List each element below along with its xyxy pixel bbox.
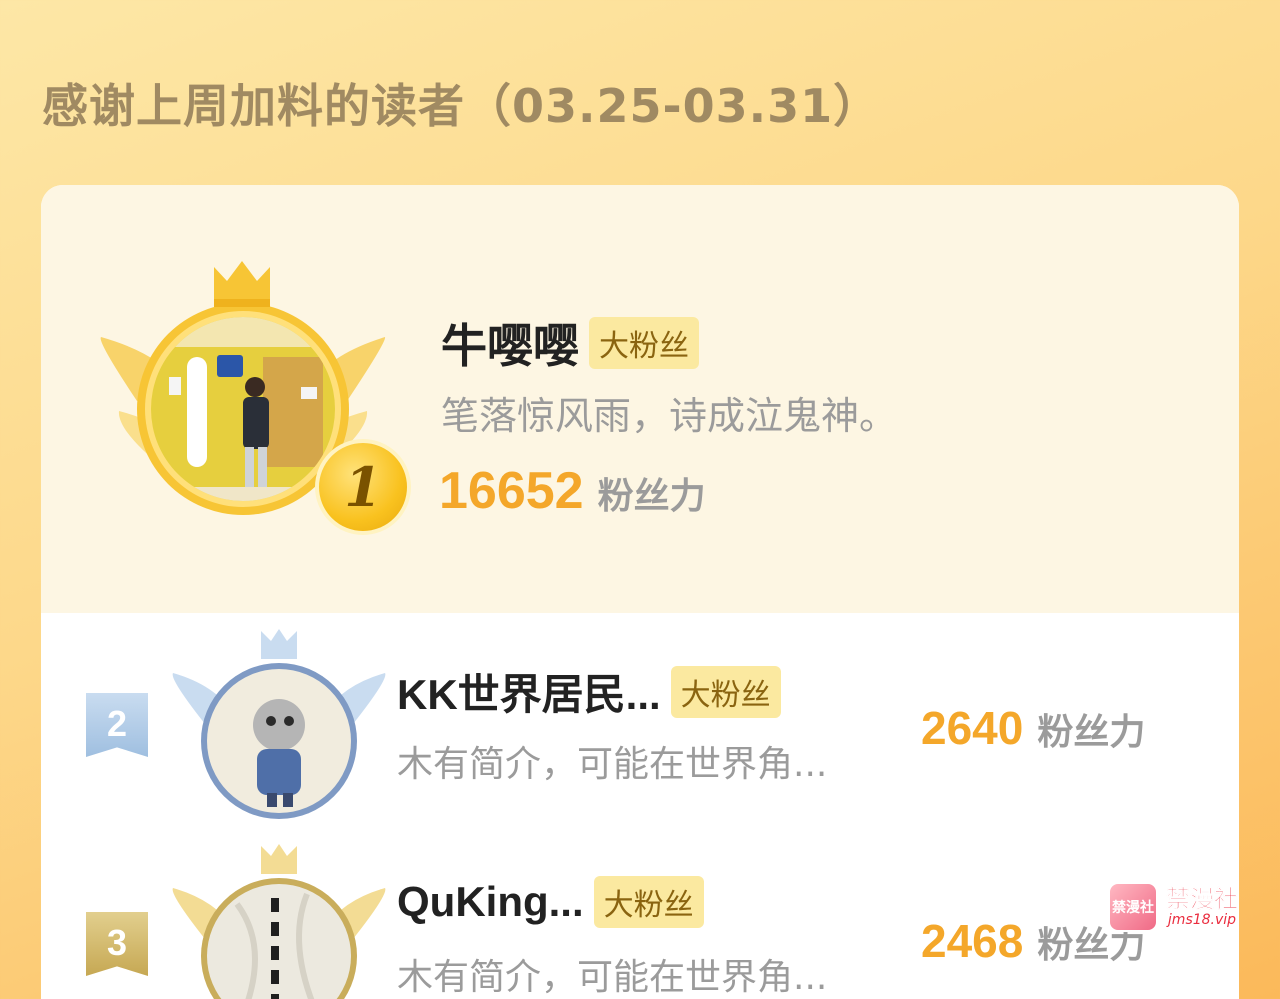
- reader-3-name-row: QuKing... 大粉丝: [397, 876, 704, 928]
- rank-flag-icon: 3: [86, 912, 148, 976]
- reader-2-medal[interactable]: [169, 629, 389, 819]
- watermark: 禁漫社 禁漫社 jms18.vip: [1108, 880, 1268, 934]
- reader-1-bio: 笔落惊风雨，诗成泣鬼神。: [441, 394, 898, 438]
- reader-2-badge: 大粉丝: [670, 665, 781, 718]
- watermark-title: 禁漫社: [1166, 885, 1239, 913]
- reader-2-avatar[interactable]: [207, 669, 351, 813]
- reader-1-avatar[interactable]: [151, 317, 335, 501]
- reader-3-avatar[interactable]: [207, 884, 351, 999]
- reader-1-name-row: 牛嘤嘤 大粉丝: [441, 310, 699, 376]
- reader-2-name[interactable]: KK世界居民...: [397, 661, 661, 722]
- reader-1-score-row: 16652 粉丝力: [439, 461, 706, 521]
- reader-2-bio: 木有简介，可能在世界角...: [397, 744, 828, 785]
- reader-2-score-unit: 粉丝力: [1037, 712, 1146, 753]
- rank-flag-icon: 2: [86, 693, 148, 757]
- reader-1-badge: 大粉丝: [589, 317, 699, 369]
- reader-2-score: 2640: [921, 702, 1024, 754]
- avatar-photo-icon: [151, 317, 335, 501]
- top-reader-section[interactable]: 1 牛嘤嘤 大粉丝 笔落惊风雨，诗成泣鬼神。 16652 粉丝力: [41, 185, 1239, 613]
- reader-2-score-row: 2640 粉丝力: [921, 701, 1145, 755]
- reader-3-name[interactable]: QuKing...: [397, 878, 584, 926]
- reader-1-score: 16652: [439, 462, 584, 520]
- reader-3-medal[interactable]: [169, 840, 389, 999]
- reader-row-3[interactable]: 3 QuKing... 大粉丝 木有简介，可能在世界角... 2468 粉丝力: [41, 828, 1239, 999]
- reader-row-2[interactable]: 2 KK世界居民... 大粉丝 木有简介，可能在世界角... 2640 粉丝力: [41, 613, 1239, 828]
- watermark-url: jms18.vip: [1167, 912, 1237, 928]
- reader-3-bio: 木有简介，可能在世界角...: [397, 957, 828, 998]
- rank-coin-icon: 1: [315, 439, 411, 535]
- avatar-cat-icon: [207, 669, 351, 813]
- reader-3-score: 2468: [921, 915, 1024, 967]
- reader-1-score-unit: 粉丝力: [597, 476, 706, 517]
- avatar-calligraphy-icon: [207, 884, 351, 999]
- reader-1-name[interactable]: 牛嘤嘤: [441, 310, 579, 376]
- leaderboard-card: 1 牛嘤嘤 大粉丝 笔落惊风雨，诗成泣鬼神。 16652 粉丝力 2 KK世界居…: [41, 185, 1239, 999]
- reader-3-badge: 大粉丝: [593, 876, 704, 928]
- watermark-text: 禁漫社 jms18.vip: [1166, 885, 1239, 928]
- watermark-logo-icon: 禁漫社: [1108, 882, 1158, 932]
- page-title: 感谢上周加料的读者（03.25-03.31）: [42, 79, 881, 133]
- reader-1-medal[interactable]: 1: [97, 261, 411, 535]
- reader-2-name-row: KK世界居民... 大粉丝: [397, 661, 781, 722]
